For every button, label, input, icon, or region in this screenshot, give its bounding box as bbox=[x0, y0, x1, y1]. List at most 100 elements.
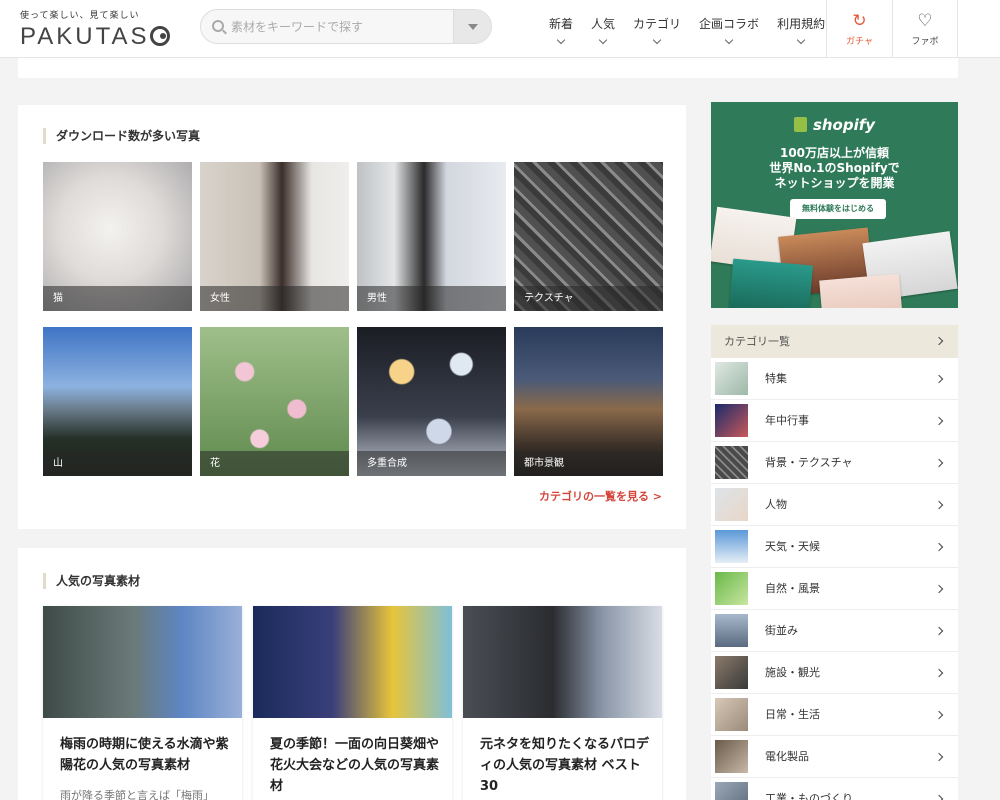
category-item-daily-life[interactable]: 日常・生活 bbox=[711, 694, 958, 736]
section-title: 人気の写真素材 bbox=[43, 573, 140, 589]
search-bar bbox=[200, 9, 492, 44]
chevron-down-icon bbox=[598, 35, 608, 45]
tile-label: 猫 bbox=[43, 286, 192, 311]
search-input[interactable] bbox=[201, 10, 453, 43]
search-dropdown-button[interactable] bbox=[453, 10, 491, 43]
category-item-texture[interactable]: 背景・テクスチャ bbox=[711, 442, 958, 484]
top-strip bbox=[18, 58, 958, 78]
nav-item-category[interactable]: カテゴリ bbox=[624, 0, 690, 58]
category-thumbnail bbox=[715, 404, 748, 437]
ad-screenshot bbox=[728, 258, 814, 308]
category-list: カテゴリ一覧 特集 年中行事 背景・テクスチャ 人物 天気・天候 自然・風景 街… bbox=[711, 325, 958, 800]
category-list-header[interactable]: カテゴリ一覧 bbox=[711, 325, 958, 358]
category-label: 自然・風景 bbox=[765, 582, 820, 595]
nav-item-new[interactable]: 新着 bbox=[540, 0, 582, 58]
card-title: 夏の季節！一面の向日葵畑や花火大会などの人気の写真素材 bbox=[270, 737, 440, 794]
category-label: 人物 bbox=[765, 498, 787, 511]
favorite-button[interactable]: ♡ ファボ bbox=[892, 0, 958, 58]
tile-label: 女性 bbox=[200, 286, 349, 311]
category-thumbnail bbox=[715, 740, 748, 773]
category-thumbnail bbox=[715, 782, 748, 800]
category-label: 街並み bbox=[765, 624, 798, 637]
site-logo[interactable]: 使って楽しい、見て楽しい PAKUTAS bbox=[20, 8, 182, 51]
photo-tile-cityscape[interactable]: 都市景観 bbox=[514, 327, 663, 476]
category-item-weather[interactable]: 天気・天候 bbox=[711, 526, 958, 568]
chevron-right-icon bbox=[934, 336, 944, 346]
tile-label: 多重合成 bbox=[357, 451, 506, 476]
nav-item-popular[interactable]: 人気 bbox=[582, 0, 624, 58]
ad-line: ネットショップを開業 bbox=[774, 176, 895, 190]
ad-cta-button[interactable]: 無料体験をはじめる bbox=[790, 199, 886, 219]
category-item-events[interactable]: 年中行事 bbox=[711, 400, 958, 442]
category-item-townscape[interactable]: 街並み bbox=[711, 610, 958, 652]
nav-label: 企画コラボ bbox=[699, 17, 760, 31]
category-thumbnail bbox=[715, 446, 748, 479]
category-thumbnail bbox=[715, 614, 748, 647]
nav-item-terms[interactable]: 利用規約 bbox=[768, 0, 834, 58]
category-label: 背景・テクスチャ bbox=[765, 456, 853, 469]
category-thumbnail bbox=[715, 530, 748, 563]
card-title: 元ネタを知りたくなるパロディの人気の写真素材 ベスト30 bbox=[480, 737, 650, 794]
tile-label: 都市景観 bbox=[514, 451, 663, 476]
ad-brand-text: shopify bbox=[812, 116, 876, 134]
downloads-panel: ダウンロード数が多い写真 猫 女性 男性 テクスチャ 山 花 多重合成 都市景観… bbox=[18, 105, 686, 529]
category-label: 年中行事 bbox=[765, 414, 809, 427]
chevron-right-icon bbox=[934, 626, 944, 636]
photo-tile-man[interactable]: 男性 bbox=[357, 162, 506, 311]
refresh-icon: ↻ bbox=[852, 10, 867, 31]
photo-tile-cat[interactable]: 猫 bbox=[43, 162, 192, 311]
logo-o-icon bbox=[150, 26, 171, 46]
gacha-button[interactable]: ↻ ガチャ bbox=[826, 0, 892, 58]
main-nav: 新着 人気 カテゴリ 企画コラボ 利用規約 bbox=[540, 0, 834, 58]
category-item-people[interactable]: 人物 bbox=[711, 484, 958, 526]
category-label: 施設・観光 bbox=[765, 666, 820, 679]
chevron-right-icon bbox=[934, 584, 944, 594]
chevron-right-icon bbox=[934, 752, 944, 762]
logo-text: PAKUTAS bbox=[20, 23, 150, 50]
article-card[interactable]: 梅雨の時期に使える水滴や紫陽花の人気の写真素材 雨が降る季節と言えば「梅雨」 bbox=[43, 606, 242, 800]
category-list-link[interactable]: カテゴリの一覧を見る > bbox=[539, 488, 662, 504]
chevron-down-icon bbox=[724, 35, 734, 45]
category-item-appliances[interactable]: 電化製品 bbox=[711, 736, 958, 778]
photo-tile-woman[interactable]: 女性 bbox=[200, 162, 349, 311]
category-list-title: カテゴリ一覧 bbox=[724, 335, 790, 348]
category-item-sightseeing[interactable]: 施設・観光 bbox=[711, 652, 958, 694]
category-thumbnail bbox=[715, 698, 748, 731]
logo-tagline: 使って楽しい、見て楽しい bbox=[20, 11, 140, 21]
tile-label: テクスチャ bbox=[514, 286, 663, 311]
site-header: 使って楽しい、見て楽しい PAKUTAS 新着 人気 カテゴリ 企画コラボ 利用… bbox=[0, 0, 1000, 58]
chevron-right-icon bbox=[934, 542, 944, 552]
nav-label: 利用規約 bbox=[777, 17, 826, 31]
photo-tile-texture[interactable]: テクスチャ bbox=[514, 162, 663, 311]
photo-tile-flower[interactable]: 花 bbox=[200, 327, 349, 476]
photo-tile-multiple-exposure[interactable]: 多重合成 bbox=[357, 327, 506, 476]
category-label: 電化製品 bbox=[765, 750, 809, 763]
chevron-down-icon bbox=[652, 35, 662, 45]
nav-item-collab[interactable]: 企画コラボ bbox=[690, 0, 768, 58]
popular-panel: 人気の写真素材 梅雨の時期に使える水滴や紫陽花の人気の写真素材 雨が降る季節と言… bbox=[18, 548, 686, 800]
shopping-bag-icon bbox=[793, 117, 807, 132]
category-item-nature[interactable]: 自然・風景 bbox=[711, 568, 958, 610]
nav-label: 新着 bbox=[549, 17, 574, 31]
category-label: 特集 bbox=[765, 372, 787, 385]
heart-icon: ♡ bbox=[917, 10, 933, 31]
logo-wordmark: PAKUTAS bbox=[20, 23, 182, 51]
category-item-feature[interactable]: 特集 bbox=[711, 358, 958, 400]
chevron-right-icon bbox=[934, 794, 944, 800]
card-image bbox=[463, 606, 662, 718]
article-card[interactable]: 夏の季節！一面の向日葵畑や花火大会などの人気の写真素材 bbox=[253, 606, 452, 800]
favorite-label: ファボ bbox=[911, 36, 939, 47]
chevron-right-icon bbox=[934, 500, 944, 510]
category-item-industry[interactable]: 工業・ものづくり bbox=[711, 778, 958, 800]
nav-label: 人気 bbox=[591, 17, 616, 31]
category-thumbnail bbox=[715, 362, 748, 395]
chevron-right-icon bbox=[934, 668, 944, 678]
photo-tile-mountain[interactable]: 山 bbox=[43, 327, 192, 476]
shopify-ad[interactable]: shopify 100万店以上が信頼 世界No.1のShopifyで ネットショ… bbox=[711, 102, 958, 308]
chevron-down-icon bbox=[556, 35, 566, 45]
article-card[interactable]: 元ネタを知りたくなるパロディの人気の写真素材 ベスト30 bbox=[463, 606, 662, 800]
tile-label: 男性 bbox=[357, 286, 506, 311]
gacha-label: ガチャ bbox=[846, 36, 873, 47]
category-thumbnail bbox=[715, 656, 748, 689]
ad-screenshot bbox=[819, 273, 903, 308]
